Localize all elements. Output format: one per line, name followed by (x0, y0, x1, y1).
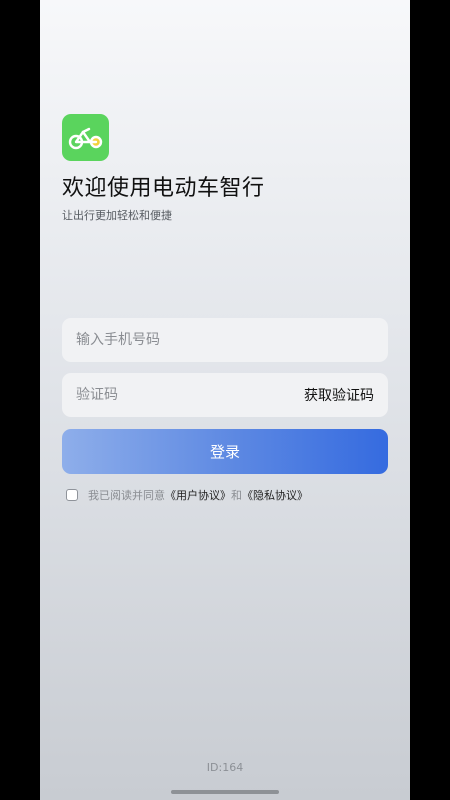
get-code-button[interactable]: 获取验证码 (304, 385, 388, 405)
code-field-container: 获取验证码 (62, 372, 388, 418)
agreement-and: 和 (231, 489, 242, 502)
agreement-checkbox[interactable] (66, 489, 78, 501)
agreement-row: 我已阅读并同意 《用户协议》 和 《隐私协议》 (66, 487, 308, 503)
login-screen: 欢迎使用电动车智行 让出行更加轻松和便捷 获取验证码 登录 我已阅读并同意 《用… (40, 0, 410, 800)
page-title: 欢迎使用电动车智行 (62, 176, 265, 201)
privacy-agreement-link[interactable]: 《隐私协议》 (242, 487, 308, 503)
page-subtitle: 让出行更加轻松和便捷 (62, 209, 172, 222)
agreement-prefix: 我已阅读并同意 (88, 489, 165, 502)
login-button[interactable]: 登录 (62, 429, 388, 474)
bike-icon (68, 127, 102, 149)
home-indicator[interactable] (171, 790, 279, 794)
build-id-label: ID:164 (206, 761, 244, 774)
verification-code-input[interactable] (62, 372, 304, 418)
phone-field-container (62, 317, 388, 363)
app-logo (62, 114, 109, 161)
user-agreement-link[interactable]: 《用户协议》 (165, 487, 231, 503)
phone-input[interactable] (62, 317, 388, 363)
